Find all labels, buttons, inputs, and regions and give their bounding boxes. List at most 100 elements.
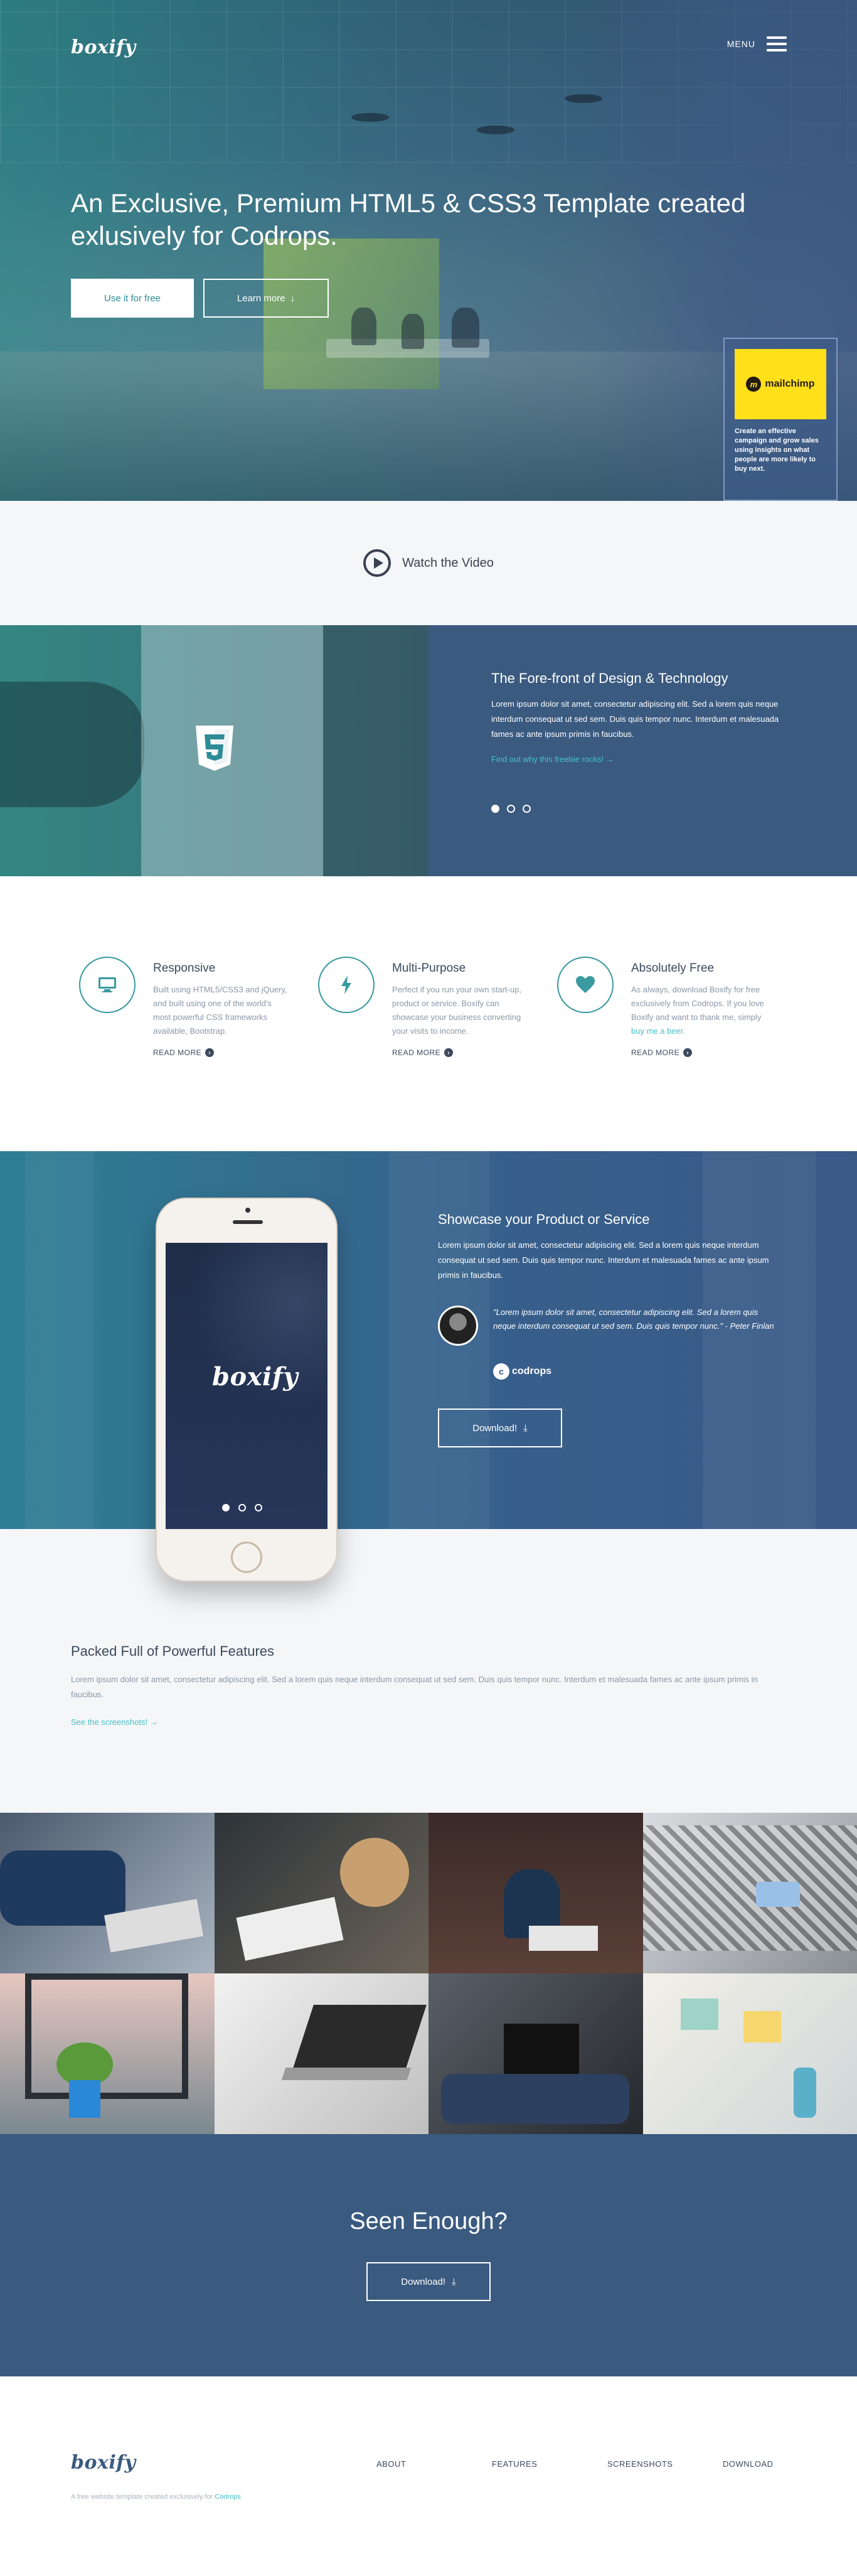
feature-body-text: As always, download Boxify for free excl…	[631, 985, 764, 1022]
slider-image	[0, 625, 428, 876]
hero-person	[402, 314, 424, 349]
footer-nav-screenshots[interactable]: SCREENSHOTS	[607, 2459, 723, 2469]
mailchimp-logo: m mailchimp	[735, 349, 826, 419]
showcase-download-button[interactable]: Download! ⤓	[438, 1409, 562, 1447]
feature-title: Responsive	[153, 962, 216, 975]
showcase-title: Showcase your Product or Service	[438, 1211, 650, 1227]
avatar	[438, 1306, 478, 1346]
mailchimp-logo-text: mailchimp	[765, 378, 815, 389]
hero-section: boxify MENU An Exclusive, Premium HTML5 …	[0, 0, 857, 501]
chevron-right-icon: ›	[444, 1048, 454, 1057]
gallery-image-sticky-notes[interactable]	[642, 1973, 857, 2134]
gallery-image-desk-notes[interactable]	[214, 1813, 428, 1973]
slider-dot-2[interactable]	[507, 805, 515, 813]
video-section: Watch the Video	[0, 501, 857, 625]
packed-body: Lorem ipsum dolor sit amet, consectetur …	[71, 1675, 758, 1699]
feature-body: Built using HTML5/CSS3 and jQuery, and b…	[153, 985, 287, 1036]
slider-dot-3[interactable]	[523, 805, 531, 813]
gallery-image-office-worker[interactable]	[428, 1813, 643, 1973]
gallery-image-window-plant[interactable]	[0, 1973, 215, 2134]
download-label: Download!	[401, 2276, 446, 2287]
slider-text-panel: The Fore-front of Design & Technology Lo…	[428, 625, 857, 876]
showcase-section: Showcase your Product or Service Lorem i…	[0, 1151, 857, 1529]
phone-camera	[245, 1208, 250, 1213]
slider-body: Lorem ipsum dolor sit amet, consectetur …	[491, 699, 779, 739]
showcase-body: Lorem ipsum dolor sit amet, consectetur …	[438, 1240, 769, 1280]
codrops-link[interactable]: Codrops	[215, 2493, 241, 2501]
slider-photo-arm	[0, 682, 144, 807]
testimonial-quote: "Lorem ipsum dolor sit amet, consectetur…	[493, 1307, 774, 1331]
brand-logo[interactable]: boxify	[71, 36, 136, 58]
download-label: Download!	[472, 1422, 518, 1434]
chevron-right-icon: ›	[683, 1048, 693, 1057]
footer-brand-logo[interactable]: boxify	[71, 2452, 136, 2474]
hamburger-icon	[767, 36, 787, 51]
slider-photo-wall	[323, 625, 428, 876]
mailchimp-icon: m	[746, 377, 762, 392]
watch-video-link[interactable]: Watch the Video	[402, 556, 494, 571]
play-icon[interactable]	[363, 549, 391, 577]
phone-home-button	[231, 1542, 262, 1573]
menu-button[interactable]: MENU	[727, 36, 787, 51]
learn-more-button[interactable]: Learn more ↓	[203, 279, 329, 318]
read-more-label: READ MORE	[631, 1048, 680, 1057]
footer-nav-features[interactable]: FEATURES	[492, 2459, 607, 2469]
html5-icon	[196, 726, 233, 771]
slider-title: The Fore-front of Design & Technology	[491, 670, 728, 686]
hero-person	[351, 308, 376, 345]
feature-body: Perfect if you run your own start-up, pr…	[392, 985, 521, 1036]
showcase-window-light	[25, 1151, 94, 1529]
gallery-image-laptop-typing[interactable]	[0, 1813, 215, 1973]
freebie-rocks-link[interactable]: Find out why this freebie rocks! →	[491, 754, 614, 764]
showcase-text: Showcase your Product or Service Lorem i…	[438, 1211, 777, 1447]
download-icon: ⤓	[523, 1422, 528, 1434]
phone-speaker	[233, 1220, 263, 1224]
codrops-icon: c	[493, 1363, 509, 1380]
menu-label: MENU	[727, 39, 755, 49]
slider-dots	[491, 805, 531, 813]
phone-dot-2[interactable]	[238, 1504, 246, 1511]
see-screenshots-link[interactable]: See the screenshots! →	[71, 1717, 158, 1727]
read-more-link[interactable]: READ MORE ›	[631, 1048, 769, 1057]
read-more-link[interactable]: READ MORE ›	[392, 1048, 530, 1057]
gallery-image-phone-hands[interactable]	[642, 1813, 857, 1973]
mailchimp-ad[interactable]: m mailchimp Create an effective campaign…	[723, 338, 838, 501]
gallery-image-laptop-desk[interactable]	[214, 1973, 428, 2134]
use-it-for-free-button[interactable]: Use it for free	[71, 279, 194, 318]
phone-mockup: boxify	[156, 1198, 338, 1582]
packed-title: Packed Full of Powerful Features	[71, 1643, 275, 1659]
footer-nav-download[interactable]: DOWNLOAD	[723, 2459, 838, 2469]
feature-multi-purpose: Multi-Purpose Perfect if you run your ow…	[318, 957, 531, 1082]
footer: boxify A free website template created e…	[0, 2376, 857, 2576]
cta-title: Seen Enough?	[349, 2208, 508, 2235]
codrops-logo: c codrops	[493, 1363, 777, 1380]
cta-download-button[interactable]: Download! ⤓	[366, 2262, 491, 2301]
heart-icon	[557, 957, 614, 1013]
phone-dot-3[interactable]	[255, 1504, 262, 1511]
learn-more-label: Learn more	[237, 292, 285, 304]
hero-person	[452, 308, 479, 348]
features-section: Responsive Built using HTML5/CSS3 and jQ…	[0, 876, 857, 1151]
feature-responsive: Responsive Built using HTML5/CSS3 and jQ…	[79, 957, 292, 1082]
footer-nav-about[interactable]: ABOUT	[376, 2459, 492, 2469]
chevron-right-icon: ›	[205, 1048, 215, 1057]
hero-lamp	[351, 113, 389, 122]
download-icon: ⤓	[452, 2276, 456, 2287]
buy-me-a-beer-link[interactable]: buy me a beer.	[631, 1026, 685, 1036]
monitor-icon	[79, 957, 136, 1013]
hero-headline: An Exclusive, Premium HTML5 & CSS3 Templ…	[71, 188, 746, 250]
feature-body: As always, download Boxify for free excl…	[631, 983, 769, 1038]
phone-dot-1[interactable]	[222, 1504, 230, 1511]
screenshot-gallery	[0, 1813, 857, 2134]
feature-title: Absolutely Free	[631, 962, 715, 975]
feature-absolutely-free: Absolutely Free As always, download Boxi…	[557, 957, 770, 1082]
read-more-link[interactable]: READ MORE ›	[153, 1048, 291, 1057]
design-tech-slider: The Fore-front of Design & Technology Lo…	[0, 625, 857, 876]
footer-tagline: A free website template created exclusiv…	[71, 2493, 241, 2501]
gallery-image-meeting-laptop[interactable]	[428, 1973, 643, 2134]
phone-brand-logo: boxify	[212, 1362, 299, 1392]
read-more-label: READ MORE	[392, 1048, 441, 1057]
ad-text: Create an effective campaign and grow sa…	[735, 427, 819, 473]
slider-dot-1[interactable]	[491, 805, 499, 813]
phone-screen: boxify	[166, 1243, 327, 1529]
